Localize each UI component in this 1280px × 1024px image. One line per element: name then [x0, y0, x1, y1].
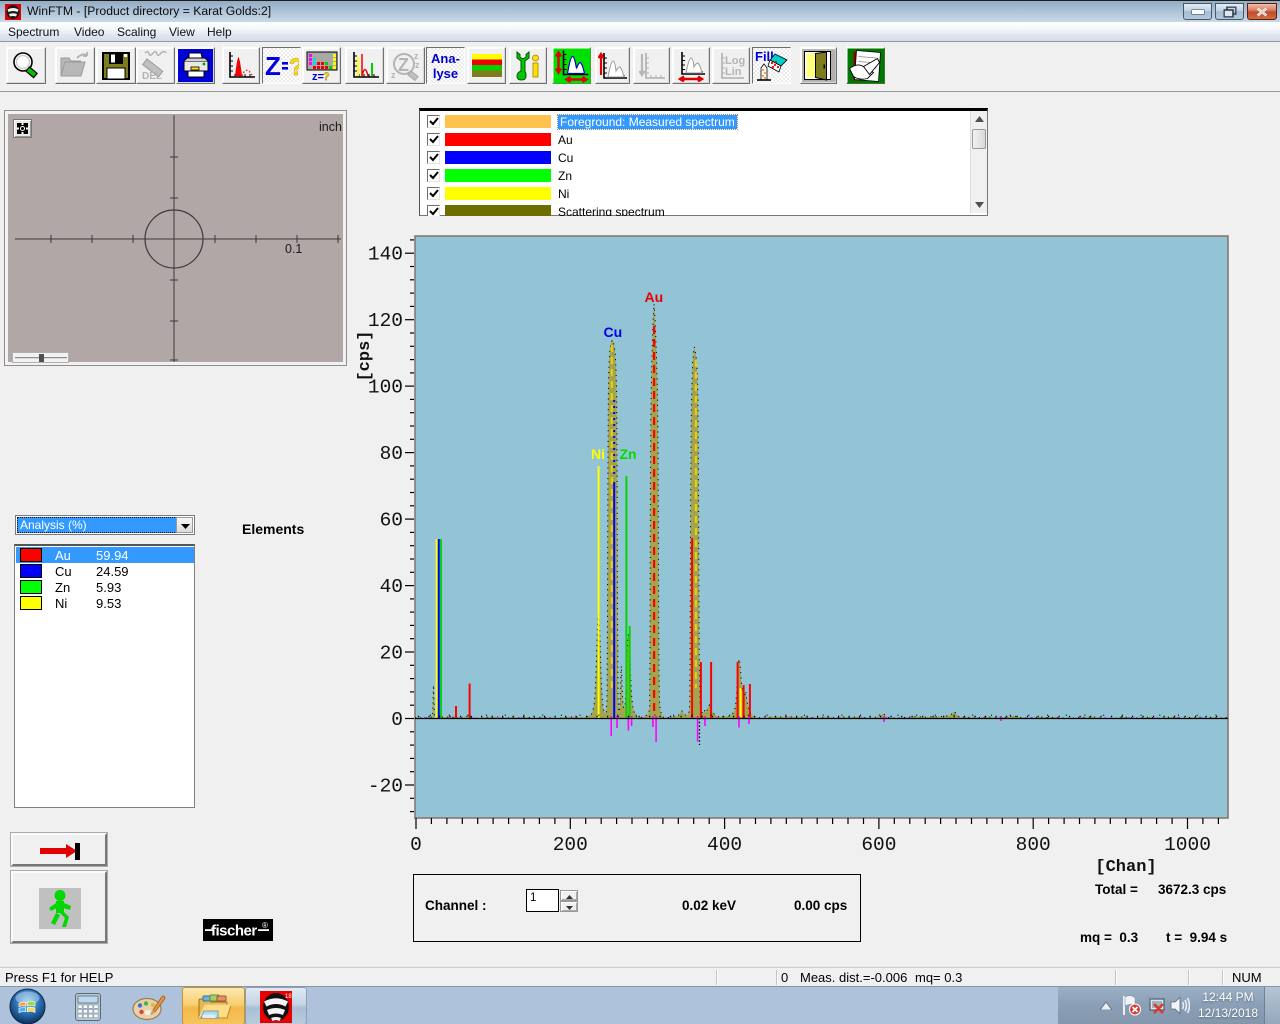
svg-text:z: z [415, 60, 420, 70]
svg-text:Cu: Cu [604, 324, 623, 340]
svg-text:-20: -20 [368, 776, 403, 798]
svg-text:400: 400 [707, 834, 742, 856]
svg-text:200: 200 [553, 834, 588, 856]
svg-text:0.1: 0.1 [285, 242, 302, 256]
svg-text:®: ® [262, 921, 268, 930]
svg-text:18: 18 [285, 994, 292, 1000]
svg-text:Lin: Lin [725, 66, 742, 78]
svg-text:?: ? [289, 54, 299, 79]
svg-text:fischer: fischer [211, 923, 257, 940]
svg-text:0: 0 [410, 834, 422, 856]
svg-text:z: z [391, 70, 396, 80]
svg-text:Z: Z [398, 55, 409, 75]
svg-text:?: ? [323, 71, 330, 81]
svg-text:[cps]: [cps] [356, 330, 375, 381]
svg-text:140: 140 [368, 244, 403, 266]
svg-text:80: 80 [380, 443, 403, 465]
svg-text:DEL: DEL [142, 71, 162, 81]
svg-text:Z: Z [265, 53, 281, 79]
svg-text:Au: Au [645, 289, 664, 305]
svg-text:800: 800 [1016, 834, 1051, 856]
svg-text:[Chan]: [Chan] [1095, 858, 1156, 877]
svg-text:inch: inch [319, 120, 342, 134]
svg-text:60: 60 [380, 510, 403, 532]
svg-text:40: 40 [380, 576, 403, 598]
svg-text:0: 0 [391, 709, 403, 731]
svg-text:Zn: Zn [620, 446, 637, 462]
svg-text:Ni: Ni [591, 446, 605, 462]
svg-text:20: 20 [380, 643, 403, 665]
svg-text:600: 600 [861, 834, 896, 856]
svg-text:1000: 1000 [1164, 834, 1211, 856]
svg-text:120: 120 [368, 310, 403, 332]
